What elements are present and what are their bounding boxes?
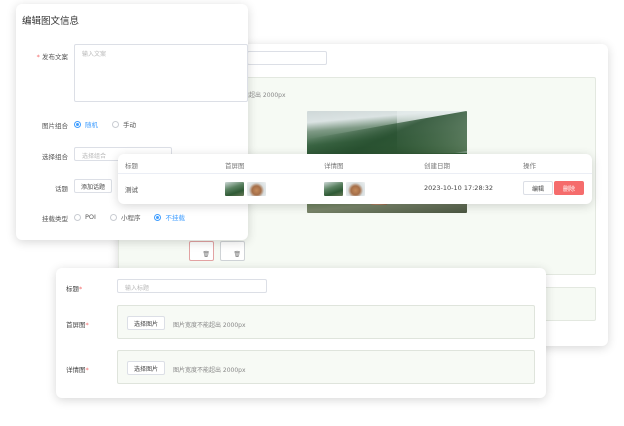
required-mark: * xyxy=(79,285,83,293)
content-textarea[interactable]: 输入文案 xyxy=(74,44,248,102)
radio-mini-program[interactable]: 小程序 xyxy=(109,212,140,222)
content-label: * 发布文案 xyxy=(36,53,68,61)
choose-first-image-button[interactable]: 选择图片 xyxy=(127,316,166,330)
add-topic-button[interactable]: 添加话题 xyxy=(74,179,113,193)
radio-unchecked-icon xyxy=(109,213,117,221)
title-label: 标题* xyxy=(66,285,83,293)
background-top-input[interactable] xyxy=(247,51,327,65)
row-created-date: 2023-10-10 17:28:32 xyxy=(424,184,494,192)
select-combo-label: 选择组合 xyxy=(42,153,68,161)
mount-type-label: 挂载类型 xyxy=(42,215,68,223)
detail-image-size-hint: 图片宽度不能超出 2000px xyxy=(173,367,246,374)
detail-image-label: 详情图* xyxy=(66,366,89,374)
posts-table: 标题 首屏图 详情图 创建日期 操作 测试 2023-10-10 17:28:3… xyxy=(118,154,592,204)
first-image-thumb-1[interactable] xyxy=(225,182,244,196)
select-combo-placeholder: 选择组合 xyxy=(82,153,107,160)
content-placeholder: 输入文案 xyxy=(82,51,107,58)
first-image-label: 首屏图* xyxy=(66,321,89,329)
radio-unchecked-icon xyxy=(112,120,119,128)
image-combo-radio-group: 随机 手动 xyxy=(74,119,150,129)
detail-image-thumb-1[interactable] xyxy=(324,182,343,196)
row-title: 测试 xyxy=(125,186,138,194)
topic-label: 话题 xyxy=(55,185,68,193)
delete-button[interactable]: 删除 xyxy=(554,181,585,195)
dialog-title: 编辑图文信息 xyxy=(22,16,80,27)
detail-image-thumb-2[interactable] xyxy=(346,182,365,196)
choose-detail-image-button[interactable]: 选择图片 xyxy=(127,361,166,375)
radio-poi[interactable]: POI xyxy=(74,213,96,221)
column-detail-image: 详情图 xyxy=(324,162,344,170)
thumbnail-slot-1[interactable]: 🗑 xyxy=(189,241,214,261)
column-first-image: 首屏图 xyxy=(225,162,245,170)
radio-unchecked-icon xyxy=(74,213,81,221)
table-header: 标题 首屏图 详情图 创建日期 操作 xyxy=(118,154,592,174)
first-image-upload-box: 选择图片 图片宽度不能超出 2000px xyxy=(117,305,535,339)
required-mark: * xyxy=(85,321,89,329)
first-image-size-hint: 图片宽度不能超出 2000px xyxy=(173,322,246,329)
trash-icon[interactable]: 🗑 xyxy=(202,251,210,258)
column-actions: 操作 xyxy=(523,162,536,170)
required-mark: * xyxy=(85,366,89,374)
edit-post-dialog: 编辑图文信息 * 发布文案 输入文案 图片组合 随机 手动 选择组合 选择组合 … xyxy=(16,4,248,240)
title-placeholder: 输入标题 xyxy=(125,285,150,292)
detail-image-upload-box: 选择图片 图片宽度不能超出 2000px xyxy=(117,350,535,384)
column-title: 标题 xyxy=(125,162,138,170)
column-created-date: 创建日期 xyxy=(424,162,450,170)
new-post-form: 标题* 输入标题 首屏图* 选择图片 图片宽度不能超出 2000px 详情图* … xyxy=(56,268,546,398)
radio-checked-icon xyxy=(74,120,81,128)
radio-manual[interactable]: 手动 xyxy=(112,119,136,129)
thumbnail-slot-2[interactable]: 🗑 xyxy=(220,241,245,261)
trash-icon[interactable]: 🗑 xyxy=(233,251,241,258)
radio-no-mount[interactable]: 不挂载 xyxy=(154,212,185,222)
title-input[interactable]: 输入标题 xyxy=(117,279,267,293)
radio-checked-icon xyxy=(154,213,162,221)
first-image-thumb-2[interactable] xyxy=(247,182,266,196)
radio-random[interactable]: 随机 xyxy=(74,119,98,129)
table-row: 测试 2023-10-10 17:28:32 编辑 删除 xyxy=(118,174,592,202)
edit-button[interactable]: 编辑 xyxy=(523,181,554,195)
mount-type-radio-group: POI 小程序 不挂载 xyxy=(74,212,199,222)
image-combo-label: 图片组合 xyxy=(42,122,68,130)
